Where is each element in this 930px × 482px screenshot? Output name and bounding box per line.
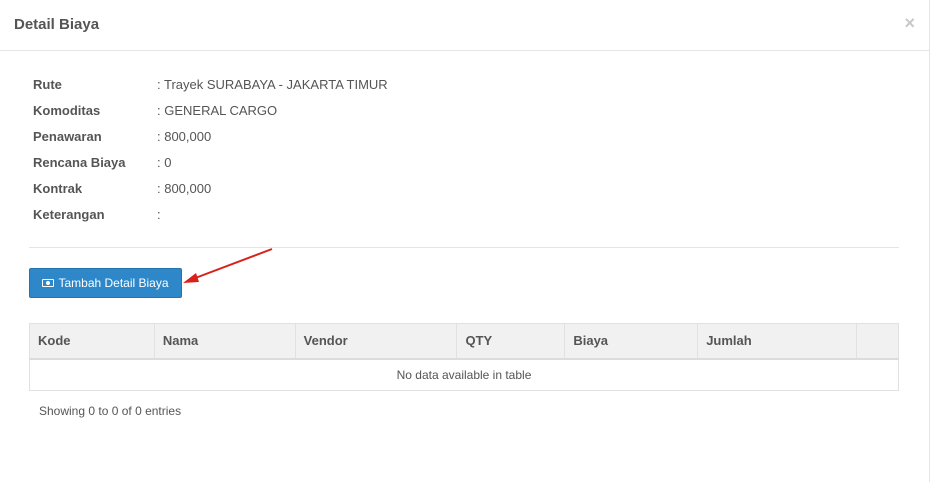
- section-divider: [29, 247, 899, 248]
- detail-value: : 800,000: [157, 181, 212, 196]
- column-header-action: [856, 323, 899, 360]
- detail-label: Rencana Biaya: [33, 155, 126, 170]
- empty-table-message: No data available in table: [29, 358, 899, 391]
- money-icon: [42, 279, 55, 287]
- detail-label: Kontrak: [33, 181, 83, 196]
- column-header-nama[interactable]: Nama: [153, 323, 296, 360]
- add-detail-biaya-button[interactable]: Tambah Detail Biaya: [29, 268, 182, 298]
- detail-label: Penawaran: [33, 129, 102, 144]
- detail-value: : 800,000: [157, 129, 212, 144]
- close-button[interactable]: ×: [904, 14, 915, 32]
- detail-value: : GENERAL CARGO: [157, 103, 278, 118]
- modal-header: Detail Biaya ×: [0, 0, 929, 51]
- detail-value: : Trayek SURABAYA - JAKARTA TIMUR: [157, 77, 388, 92]
- column-header-biaya[interactable]: Biaya: [564, 323, 699, 360]
- detail-value: : 0: [157, 155, 172, 170]
- detail-biaya-modal: Detail Biaya × Rute : Trayek SURABAYA - …: [0, 0, 930, 482]
- add-button-label: Tambah Detail Biaya: [58, 276, 169, 290]
- detail-biaya-table: Kode Nama Vendor QTY Biaya Jumlah No dat…: [29, 323, 899, 391]
- table-info: Showing 0 to 0 of 0 entries: [39, 404, 182, 418]
- column-header-vendor[interactable]: Vendor: [294, 323, 458, 360]
- column-header-kode[interactable]: Kode: [29, 323, 155, 360]
- table-header-row: Kode Nama Vendor QTY Biaya Jumlah: [29, 323, 899, 360]
- column-header-jumlah[interactable]: Jumlah: [697, 323, 857, 360]
- annotation-arrow-icon: [183, 248, 273, 283]
- modal-title: Detail Biaya: [14, 16, 100, 33]
- detail-label: Keterangan: [33, 207, 105, 222]
- table-row: No data available in table: [29, 358, 899, 391]
- column-header-qty[interactable]: QTY: [456, 323, 566, 360]
- detail-value: :: [157, 207, 161, 222]
- detail-label: Rute: [33, 77, 62, 92]
- detail-label: Komoditas: [33, 103, 101, 118]
